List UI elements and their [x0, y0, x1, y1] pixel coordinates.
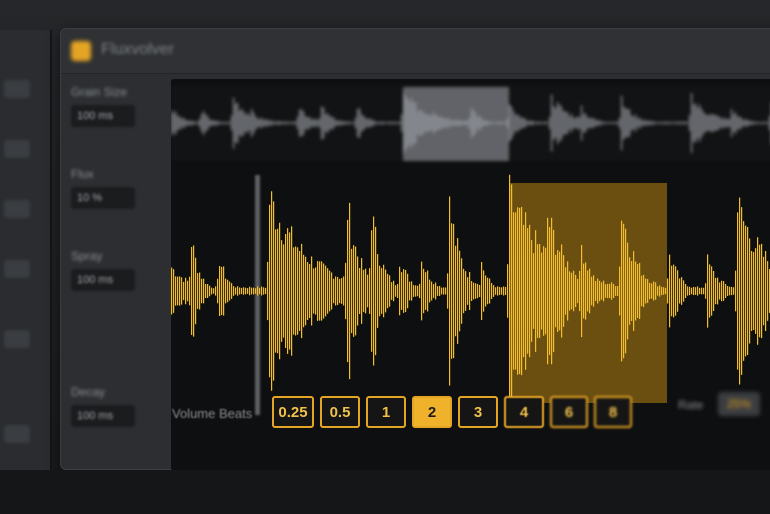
beat-button-4[interactable]: 4 [504, 396, 544, 428]
param-value-field[interactable]: 100 ms [71, 405, 135, 427]
param-flux: Flux 10 % [71, 167, 161, 209]
param-value-field[interactable]: 100 ms [71, 105, 135, 127]
param-label: Spray [71, 249, 103, 263]
beat-button-0.5[interactable]: 0.5 [320, 396, 360, 428]
left-panel-control[interactable] [4, 425, 30, 443]
param-value-field[interactable]: 10 % [71, 187, 135, 209]
param-spray: Spray 100 ms [71, 249, 161, 291]
rate-label: Rate [678, 398, 704, 412]
left-panel-control[interactable] [4, 260, 30, 278]
param-grain-size: Grain Size 100 ms [71, 85, 161, 127]
param-decay: Decay 100 ms [71, 385, 161, 427]
power-icon[interactable] [71, 41, 91, 61]
rate-value[interactable]: 25% [718, 392, 760, 416]
left-panel-control[interactable] [4, 200, 30, 218]
left-panel-control[interactable] [4, 140, 30, 158]
beats-selector: Volume Beats 0.25 0.5 1 2 3 4 6 8 [172, 392, 702, 436]
param-label: Flux [71, 167, 94, 181]
bottom-bar [0, 470, 770, 514]
left-panel-control[interactable] [4, 80, 30, 98]
parameter-column: Grain Size 100 ms Flux 10 % Spray 100 ms… [71, 85, 161, 465]
left-panel [0, 30, 52, 470]
param-label: Decay [71, 385, 106, 399]
main-waveform [171, 174, 770, 408]
left-panel-control[interactable] [4, 330, 30, 348]
app-window: Fluxvolver Grain Size 100 ms Flux 10 % S… [0, 0, 770, 514]
param-label: Grain Size [71, 85, 128, 99]
device-title: Fluxvolver [101, 41, 174, 58]
param-value-field[interactable]: 100 ms [71, 269, 135, 291]
overview-waveform [171, 85, 770, 161]
beat-button-3[interactable]: 3 [458, 396, 498, 428]
beat-button-6[interactable]: 6 [550, 396, 588, 428]
beat-button-0.25[interactable]: 0.25 [272, 396, 314, 428]
beat-button-1[interactable]: 1 [366, 396, 406, 428]
beats-label: Volume Beats [172, 406, 253, 421]
beat-button-8[interactable]: 8 [594, 396, 632, 428]
device-titlebar: Fluxvolver [61, 29, 770, 74]
beat-button-2[interactable]: 2 [412, 396, 452, 428]
